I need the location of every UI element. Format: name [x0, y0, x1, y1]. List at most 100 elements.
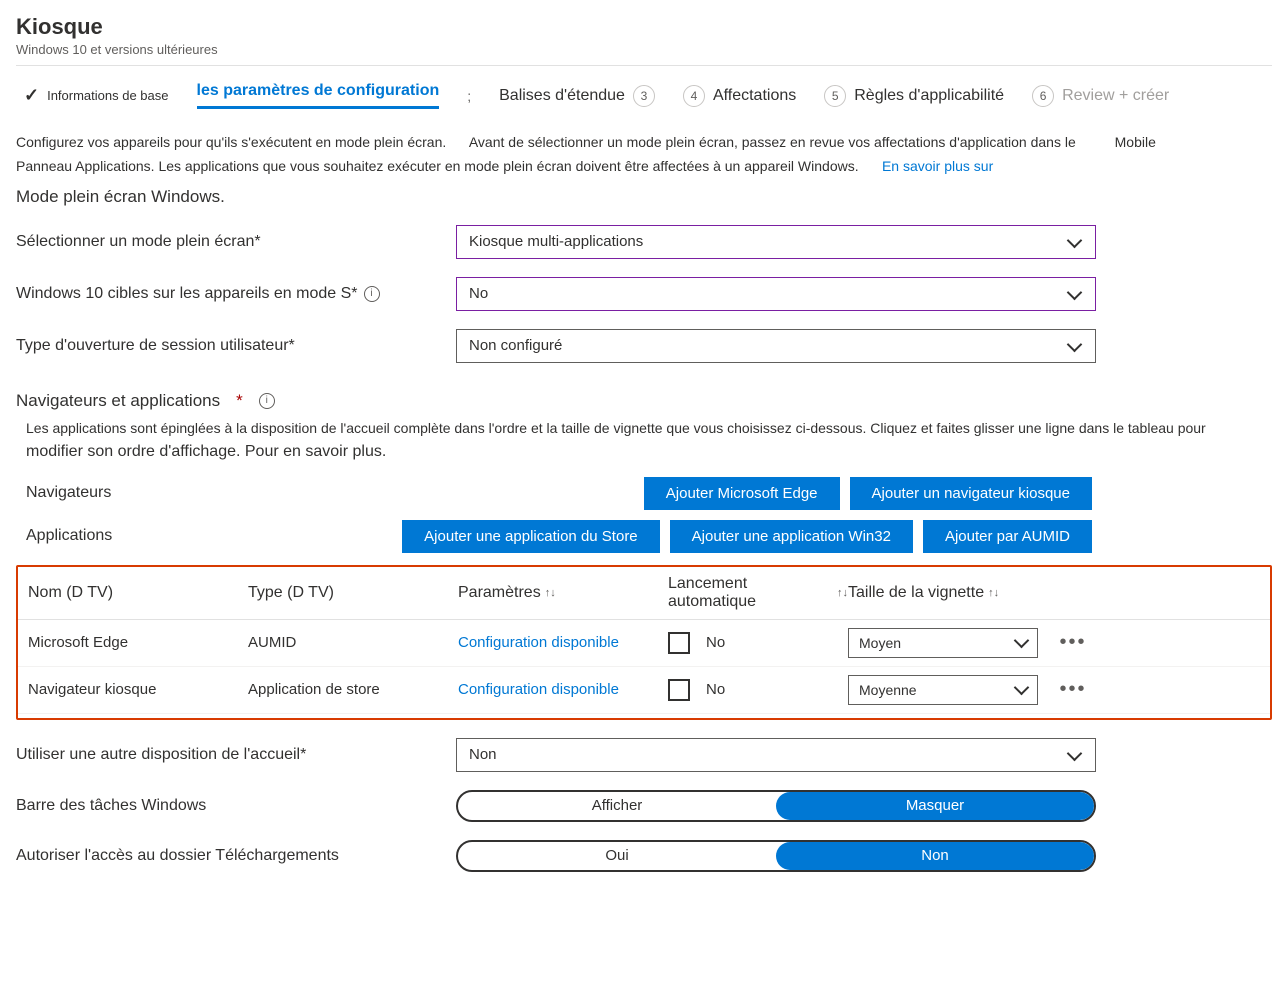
chevron-down-icon [1069, 235, 1083, 249]
row-logon-type: Type d'ouverture de session utilisateur*… [16, 329, 1272, 363]
browsers-helper-1: Les applications sont épinglées à la dis… [26, 417, 1272, 439]
cell-type: AUMID [248, 634, 458, 651]
tile-size-value: Moyen [859, 635, 901, 651]
row-w10s: Windows 10 cibles sur les appareils en m… [16, 277, 1272, 311]
sort-icon: ↑↓ [837, 587, 848, 599]
cell-settings-link[interactable]: Configuration disponible [458, 681, 668, 698]
add-win32-app-button[interactable]: Ajouter une application Win32 [670, 520, 913, 553]
page-title: Kiosque [16, 14, 1272, 40]
chevron-down-icon [1016, 635, 1027, 651]
required-asterisk: * [236, 391, 243, 411]
downloads-toggle: Oui Non [456, 840, 1096, 872]
col-type[interactable]: Type (D TV) [248, 584, 458, 602]
intro-line1b: Avant de sélectionner un mode plein écra… [469, 134, 1076, 150]
check-icon: ✓ [24, 85, 39, 106]
add-store-app-button[interactable]: Ajouter une application du Store [402, 520, 659, 553]
autolaunch-value: No [706, 681, 725, 698]
alt-layout-select[interactable]: Non [456, 738, 1096, 772]
col-name[interactable]: Nom (D TV) [28, 584, 248, 602]
autolaunch-value: No [706, 634, 725, 651]
tile-size-select[interactable]: Moyen [848, 628, 1038, 658]
add-aumid-button[interactable]: Ajouter par AUMID [923, 520, 1092, 553]
step-config-label: les paramètres de configuration [197, 82, 440, 100]
col-settings[interactable]: Paramètres↑↓ [458, 584, 668, 602]
add-kiosk-browser-button[interactable]: Ajouter un navigateur kiosque [850, 477, 1092, 510]
row-add-apps: Applications Ajouter une application du … [16, 520, 1272, 553]
row-taskbar: Barre des tâches Windows Afficher Masque… [16, 790, 1272, 822]
step-6-badge: 6 [1032, 85, 1054, 107]
col-tile[interactable]: Taille de la vignette↑↓ [848, 584, 1048, 602]
header-divider [16, 65, 1272, 66]
chevron-down-icon [1016, 682, 1027, 698]
step-basics-label: Informations de base [47, 88, 168, 103]
kiosk-mode-select[interactable]: Kiosque multi-applications [456, 225, 1096, 259]
step-scope-tags[interactable]: Balises d'étendue 3 [499, 85, 655, 107]
autolaunch-checkbox[interactable] [668, 632, 690, 654]
step-review-label: Review + créer [1062, 87, 1169, 105]
w10s-value: No [469, 285, 488, 302]
browsers-label: Navigateurs [16, 484, 366, 502]
tile-size-select[interactable]: Moyenne [848, 675, 1038, 705]
learn-more-link[interactable]: En savoir plus sur [882, 158, 993, 174]
cell-name: Navigateur kiosque [28, 681, 248, 698]
row-menu-button[interactable]: ••• [1048, 678, 1098, 701]
table-row[interactable]: Navigateur kiosque Application de store … [18, 667, 1270, 714]
chevron-down-icon [1069, 339, 1083, 353]
apps-table: Nom (D TV) Type (D TV) Paramètres↑↓ Lanc… [16, 565, 1272, 720]
intro-paragraph: Configurez vos appareils pour qu'ils s'e… [16, 131, 1256, 179]
browsers-helper-2: modifier son ordre d'affichage. Pour en … [26, 443, 1272, 461]
downloads-yes-option[interactable]: Oui [458, 842, 776, 870]
sort-icon: ↑↓ [545, 587, 556, 599]
logon-type-value: Non configuré [469, 337, 562, 354]
intro-line3: Mode plein écran Windows. [16, 187, 1272, 207]
chevron-down-icon [1069, 748, 1083, 762]
step-applicability-label: Règles d'applicabilité [854, 87, 1004, 105]
cell-settings-link[interactable]: Configuration disponible [458, 634, 668, 651]
downloads-no-option[interactable]: Non [776, 842, 1094, 870]
w10s-select[interactable]: No [456, 277, 1096, 311]
alt-layout-label: Utiliser une autre disposition de l'accu… [16, 746, 456, 764]
intro-line1a: Configurez vos appareils pour qu'ils s'e… [16, 134, 446, 150]
step-3-badge: 3 [633, 85, 655, 107]
step-assignments[interactable]: 4 Affectations [683, 85, 796, 107]
table-row[interactable]: Microsoft Edge AUMID Configuration dispo… [18, 620, 1270, 667]
autolaunch-checkbox[interactable] [668, 679, 690, 701]
row-downloads: Autoriser l'accès au dossier Téléchargem… [16, 840, 1272, 872]
alt-layout-value: Non [469, 746, 497, 763]
step-basics[interactable]: ✓ Informations de base [24, 85, 169, 106]
taskbar-hide-option[interactable]: Masquer [776, 792, 1094, 820]
taskbar-show-option[interactable]: Afficher [458, 792, 776, 820]
step-5-badge: 5 [824, 85, 846, 107]
w10s-label: Windows 10 cibles sur les appareils en m… [16, 285, 456, 303]
logon-type-select[interactable]: Non configuré [456, 329, 1096, 363]
col-autolaunch[interactable]: Lancement automatique↑↓ [668, 575, 848, 611]
downloads-label: Autoriser l'accès au dossier Téléchargem… [16, 847, 456, 865]
row-add-browsers: Navigateurs Ajouter Microsoft Edge Ajout… [16, 477, 1272, 510]
add-edge-button[interactable]: Ajouter Microsoft Edge [644, 477, 840, 510]
table-header: Nom (D TV) Type (D TV) Paramètres↑↓ Lanc… [18, 567, 1270, 620]
tile-size-value: Moyenne [859, 682, 917, 698]
page-subtitle: Windows 10 et versions ultérieures [16, 42, 1272, 57]
step-config[interactable]: les paramètres de configuration [197, 82, 440, 109]
step-assignments-label: Affectations [713, 87, 796, 105]
wizard-steps: ✓ Informations de base les paramètres de… [16, 78, 1272, 109]
chevron-down-icon [1069, 287, 1083, 301]
info-icon[interactable]: i [364, 286, 380, 302]
step-4-badge: 4 [683, 85, 705, 107]
sort-icon: ↑↓ [988, 587, 999, 599]
info-icon[interactable]: i [259, 393, 275, 409]
cell-name: Microsoft Edge [28, 634, 248, 651]
taskbar-toggle: Afficher Masquer [456, 790, 1096, 822]
step-review[interactable]: 6 Review + créer [1032, 85, 1169, 107]
w10s-label-text: Windows 10 cibles sur les appareils en m… [16, 285, 358, 303]
intro-line1c: Mobile [1115, 134, 1156, 150]
taskbar-label: Barre des tâches Windows [16, 797, 456, 815]
row-kiosk-mode: Sélectionner un mode plein écran* Kiosqu… [16, 225, 1272, 259]
applications-label: Applications [16, 527, 366, 545]
row-menu-button[interactable]: ••• [1048, 631, 1098, 654]
cell-type: Application de store [248, 681, 458, 698]
step-separator: ; [467, 88, 471, 104]
logon-type-label: Type d'ouverture de session utilisateur* [16, 337, 456, 355]
row-alt-layout: Utiliser une autre disposition de l'accu… [16, 738, 1272, 772]
step-applicability[interactable]: 5 Règles d'applicabilité [824, 85, 1004, 107]
